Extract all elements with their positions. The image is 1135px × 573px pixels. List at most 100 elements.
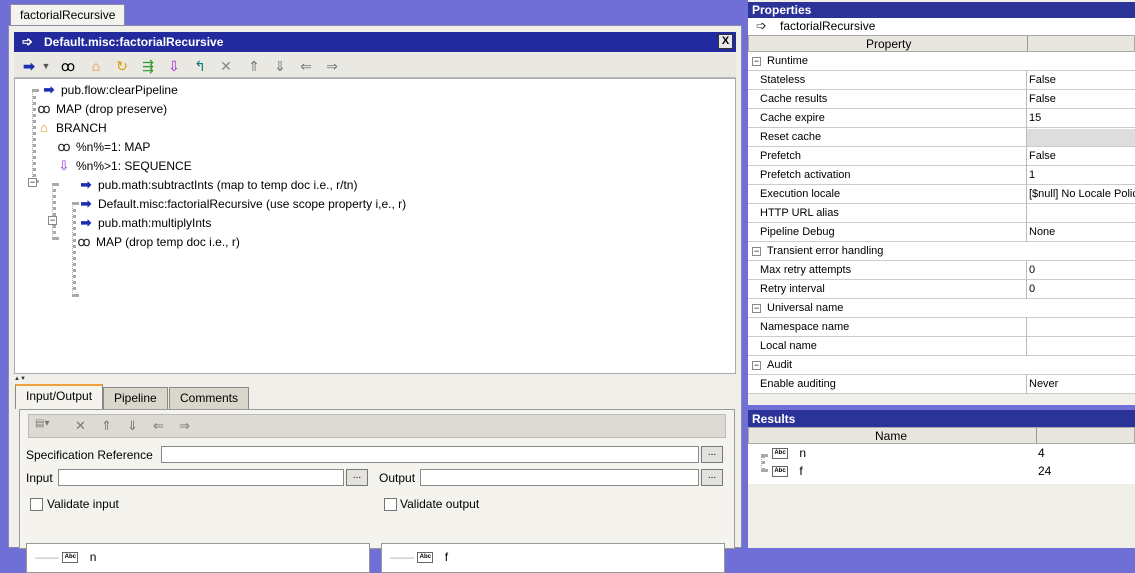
spec-reference-browse-button[interactable]: ... — [701, 446, 723, 463]
editor-tab[interactable]: factorialRecursive — [10, 4, 126, 26]
loop-icon[interactable]: ↻ — [112, 57, 132, 75]
flow-service-icon: ➩ — [22, 34, 33, 49]
property-row[interactable]: Namespace name — [748, 318, 1135, 337]
collapse-toggle[interactable]: − — [752, 57, 761, 66]
output-label: Output — [379, 471, 416, 485]
new-field-icon[interactable]: ▤▾ — [35, 418, 49, 429]
validate-input-label: Validate input — [47, 497, 119, 511]
property-value[interactable]: False — [1029, 74, 1056, 86]
property-row[interactable]: Local name — [748, 337, 1135, 356]
repeat-icon[interactable]: ⇶ — [138, 57, 158, 75]
dropdown-arrow-icon[interactable]: ▼ — [36, 57, 56, 75]
tree-step[interactable]: ➡ pub.flow:clearPipeline — [40, 81, 178, 99]
property-key: Cache results — [760, 93, 828, 105]
branch-icon[interactable]: ⌂ — [86, 57, 106, 75]
property-value[interactable]: None — [1029, 226, 1055, 238]
property-row[interactable]: Prefetch False — [748, 147, 1135, 166]
collapse-toggle[interactable]: − — [752, 304, 761, 313]
input-field[interactable] — [58, 469, 344, 486]
output-browse-button[interactable]: ... — [701, 469, 723, 486]
editor-titlebar: ➩ Default.misc:factorialRecursive X — [14, 32, 736, 52]
collapse-toggle[interactable]: − — [28, 178, 37, 187]
disable-icon[interactable]: ✕ — [216, 57, 236, 75]
spec-reference-field[interactable] — [161, 446, 699, 463]
property-category-label: Audit — [767, 359, 793, 371]
input-output-panel: ▤▾ ✕ ⇑ ⇓ ⇐ ⇒ Specification Reference ...… — [19, 409, 735, 573]
validate-input-checkbox[interactable] — [30, 498, 43, 511]
property-value[interactable]: [$null] No Locale Policy — [1029, 188, 1135, 200]
splitter-handle[interactable]: ▲▼ — [14, 376, 736, 382]
move-up-icon[interactable]: ⇑ — [244, 57, 264, 75]
tree-step[interactable]: ⇩ %n%>1: SEQUENCE — [55, 157, 192, 175]
output-field[interactable] — [420, 469, 699, 486]
property-category-row[interactable]: − Transient error handling — [748, 242, 1135, 261]
property-row[interactable]: Max retry attempts 0 — [748, 261, 1135, 280]
move-up-icon[interactable]: ⇑ — [101, 418, 112, 434]
collapse-toggle[interactable]: − — [752, 361, 761, 370]
property-row[interactable]: Enable auditing Never — [748, 375, 1135, 394]
property-row[interactable]: Prefetch activation 1 — [748, 166, 1135, 185]
list-item[interactable]: —— Abc n — [35, 550, 96, 564]
input-variable-name: n — [89, 550, 97, 564]
tab-pipeline[interactable]: Pipeline — [103, 387, 168, 409]
move-left-icon[interactable]: ⇐ — [296, 57, 316, 75]
delete-icon[interactable]: ✕ — [75, 418, 86, 434]
flow-toolbar: ➡ ▼ ꝏ ⌂ ↻ ⇶ ⇩ ↰ ✕ ⇑ ⇓ ⇐ ⇒ — [14, 53, 736, 78]
property-row[interactable]: Pipeline Debug None — [748, 223, 1135, 242]
input-browse-button[interactable]: ... — [346, 469, 368, 486]
string-type-icon: Abc — [417, 552, 434, 564]
property-row[interactable]: HTTP URL alias — [748, 204, 1135, 223]
move-left-icon[interactable]: ⇐ — [153, 418, 164, 434]
property-value[interactable]: 15 — [1029, 112, 1041, 124]
move-down-icon[interactable]: ⇓ — [127, 418, 138, 434]
move-down-icon[interactable]: ⇓ — [270, 57, 290, 75]
property-value[interactable]: Never — [1029, 378, 1058, 390]
property-row[interactable]: Retry interval 0 — [748, 280, 1135, 299]
tree-step[interactable]: ꝏ MAP (drop preserve) — [35, 100, 167, 118]
property-category-row[interactable]: − Audit — [748, 356, 1135, 375]
property-category-row[interactable]: − Universal name — [748, 299, 1135, 318]
tree-step[interactable]: ➡ pub.math:multiplyInts — [77, 214, 212, 232]
map-icon: ꝏ — [77, 234, 91, 249]
tree-step[interactable]: ꝏ %n%=1: MAP — [55, 138, 150, 156]
property-row[interactable]: Reset cache — [748, 128, 1135, 147]
property-category-label: Transient error handling — [767, 245, 884, 257]
tree-step[interactable]: ⌂ BRANCH — [35, 119, 107, 137]
property-value[interactable]: 0 — [1029, 283, 1035, 295]
input-label: Input — [26, 471, 53, 485]
property-value[interactable]: 1 — [1029, 169, 1035, 181]
move-right-icon[interactable]: ⇒ — [322, 57, 342, 75]
move-right-icon[interactable]: ⇒ — [179, 418, 190, 434]
list-item[interactable]: —— Abc f — [390, 550, 448, 564]
map-icon[interactable]: ꝏ — [58, 57, 78, 75]
tab-comments[interactable]: Comments — [169, 387, 250, 409]
property-row[interactable]: Execution locale [$null] No Locale Policy — [748, 185, 1135, 204]
property-value[interactable]: False — [1029, 93, 1056, 105]
close-button[interactable]: X — [718, 34, 733, 49]
property-column-label: Property — [866, 37, 912, 51]
result-row[interactable]: Abc f — [772, 464, 803, 482]
exit-icon[interactable]: ↰ — [190, 57, 210, 75]
tab-input-output[interactable]: Input/Output — [15, 384, 104, 409]
property-key: Max retry attempts — [760, 264, 852, 276]
property-key: Pipeline Debug — [760, 226, 835, 238]
property-row[interactable]: Cache expire 15 — [748, 109, 1135, 128]
property-row[interactable]: Cache results False — [748, 90, 1135, 109]
property-row[interactable]: Stateless False — [748, 71, 1135, 90]
collapse-toggle[interactable]: − — [48, 216, 57, 225]
result-value: 4 — [1038, 446, 1045, 460]
properties-panel: Properties ➩ factorialRecursive Property… — [748, 0, 1135, 405]
property-value[interactable]: 0 — [1029, 264, 1035, 276]
property-value[interactable] — [1027, 129, 1135, 146]
result-row[interactable]: Abc n — [772, 446, 806, 464]
validate-output-checkbox[interactable] — [384, 498, 397, 511]
property-key: Retry interval — [760, 283, 825, 295]
tree-step[interactable]: ➡ pub.math:subtractInts (map to temp doc … — [77, 176, 358, 194]
property-category-row[interactable]: − Runtime — [748, 52, 1135, 71]
property-key: Local name — [760, 340, 817, 352]
tree-step[interactable]: ➡ Default.misc:factorialRecursive (use sc… — [77, 195, 407, 213]
tree-step[interactable]: ꝏ MAP (drop temp doc i.e., r) — [75, 233, 239, 251]
property-value[interactable]: False — [1029, 150, 1056, 162]
sequence-icon[interactable]: ⇩ — [164, 57, 184, 75]
collapse-toggle[interactable]: − — [752, 247, 761, 256]
